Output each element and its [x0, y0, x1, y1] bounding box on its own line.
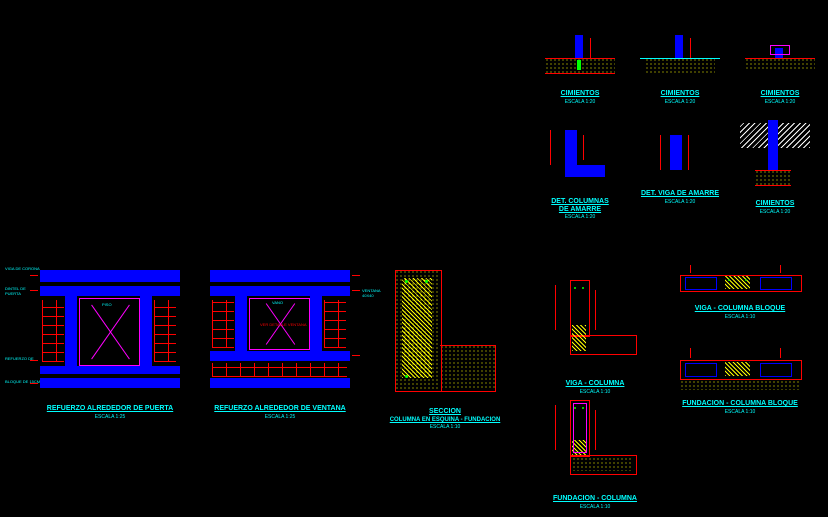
scale: ESCALA 1:20 — [640, 99, 720, 105]
vano-label: VANO — [272, 300, 283, 305]
fundacion-columna: FUNDACION - COLUMNA ESCALA 1:10 — [540, 395, 650, 510]
title: CIMIENTOS — [730, 200, 820, 207]
scale: ESCALA 1:20 — [730, 209, 820, 215]
ventana-label: VENTANA 40X40 — [362, 288, 380, 298]
viga-columna-bloque: VIGA - COLUMNA BLOQUE ESCALA 1:10 — [670, 260, 810, 320]
title: DET. VIGA DE AMARRE — [640, 190, 720, 197]
piso-label: PISO — [102, 302, 112, 307]
scale: ESCALA 1:20 — [540, 99, 620, 105]
cimientos-4: CIMIENTOS ESCALA 1:20 — [730, 115, 820, 215]
title: FUNDACION - COLUMNA — [540, 495, 650, 502]
det-viga: DET. VIGA DE AMARRE ESCALA 1:20 — [640, 125, 720, 205]
scale: ESCALA 1:25 — [200, 414, 360, 420]
title: SECCION — [380, 408, 510, 415]
seccion: SECCION COLUMNA EN ESQUINA - FUNDACION E… — [380, 260, 510, 430]
dintel2: PUERTA — [5, 291, 21, 296]
scale: ESCALA 1:10 — [670, 314, 810, 320]
title: CIMIENTOS — [740, 90, 820, 97]
scale: ESCALA 1:10 — [380, 424, 510, 430]
refuerzo-ventana: VANO VER DETALLE VENTANA VENTANA 40X40 R… — [200, 260, 360, 420]
viga-corona: VIGA DE CORONA — [5, 266, 40, 271]
scale: ESCALA 1:20 — [640, 199, 720, 205]
title: REFUERZO ALREDEDOR DE VENTANA — [200, 405, 360, 412]
subtitle: COLUMNA EN ESQUINA - FUNDACION — [380, 417, 510, 423]
refuerzo: REFUERZO DE — [5, 356, 34, 361]
refuerzo2: BLOQUE DE 15CM — [5, 379, 40, 384]
title: DET. COLUMNAS — [535, 198, 625, 205]
title: CIMIENTOS — [540, 90, 620, 97]
ver-detalle: VER DETALLE VENTANA — [260, 322, 307, 327]
title: FUNDACION - COLUMNA BLOQUE — [670, 400, 810, 407]
scale: ESCALA 1:25 — [30, 414, 190, 420]
scale: ESCALA 1:20 — [740, 99, 820, 105]
cimientos-1: CIMIENTOS ESCALA 1:20 — [540, 30, 620, 105]
subtitle: DE AMARRE — [535, 206, 625, 213]
title: CIMIENTOS — [640, 90, 720, 97]
det-columnas: DET. COLUMNAS DE AMARRE ESCALA 1:20 — [535, 125, 625, 220]
refuerzo-puerta: PISO VIGA DE CORONA DINTEL DE PUERTA REF… — [30, 260, 190, 420]
scale: ESCALA 1:10 — [540, 504, 650, 510]
scale: ESCALA 1:10 — [670, 409, 810, 415]
fundacion-columna-bloque: FUNDACION - COLUMNA BLOQUE ESCALA 1:10 — [670, 340, 810, 415]
cimientos-3: CIMIENTOS ESCALA 1:20 — [740, 30, 820, 105]
title: REFUERZO ALREDEDOR DE PUERTA — [30, 405, 190, 412]
scale: ESCALA 1:20 — [535, 214, 625, 220]
title: VIGA - COLUMNA BLOQUE — [670, 305, 810, 312]
viga-columna: VIGA - COLUMNA ESCALA 1:10 — [540, 275, 650, 395]
title: VIGA - COLUMNA — [540, 380, 650, 387]
cimientos-2: CIMIENTOS ESCALA 1:20 — [640, 30, 720, 105]
